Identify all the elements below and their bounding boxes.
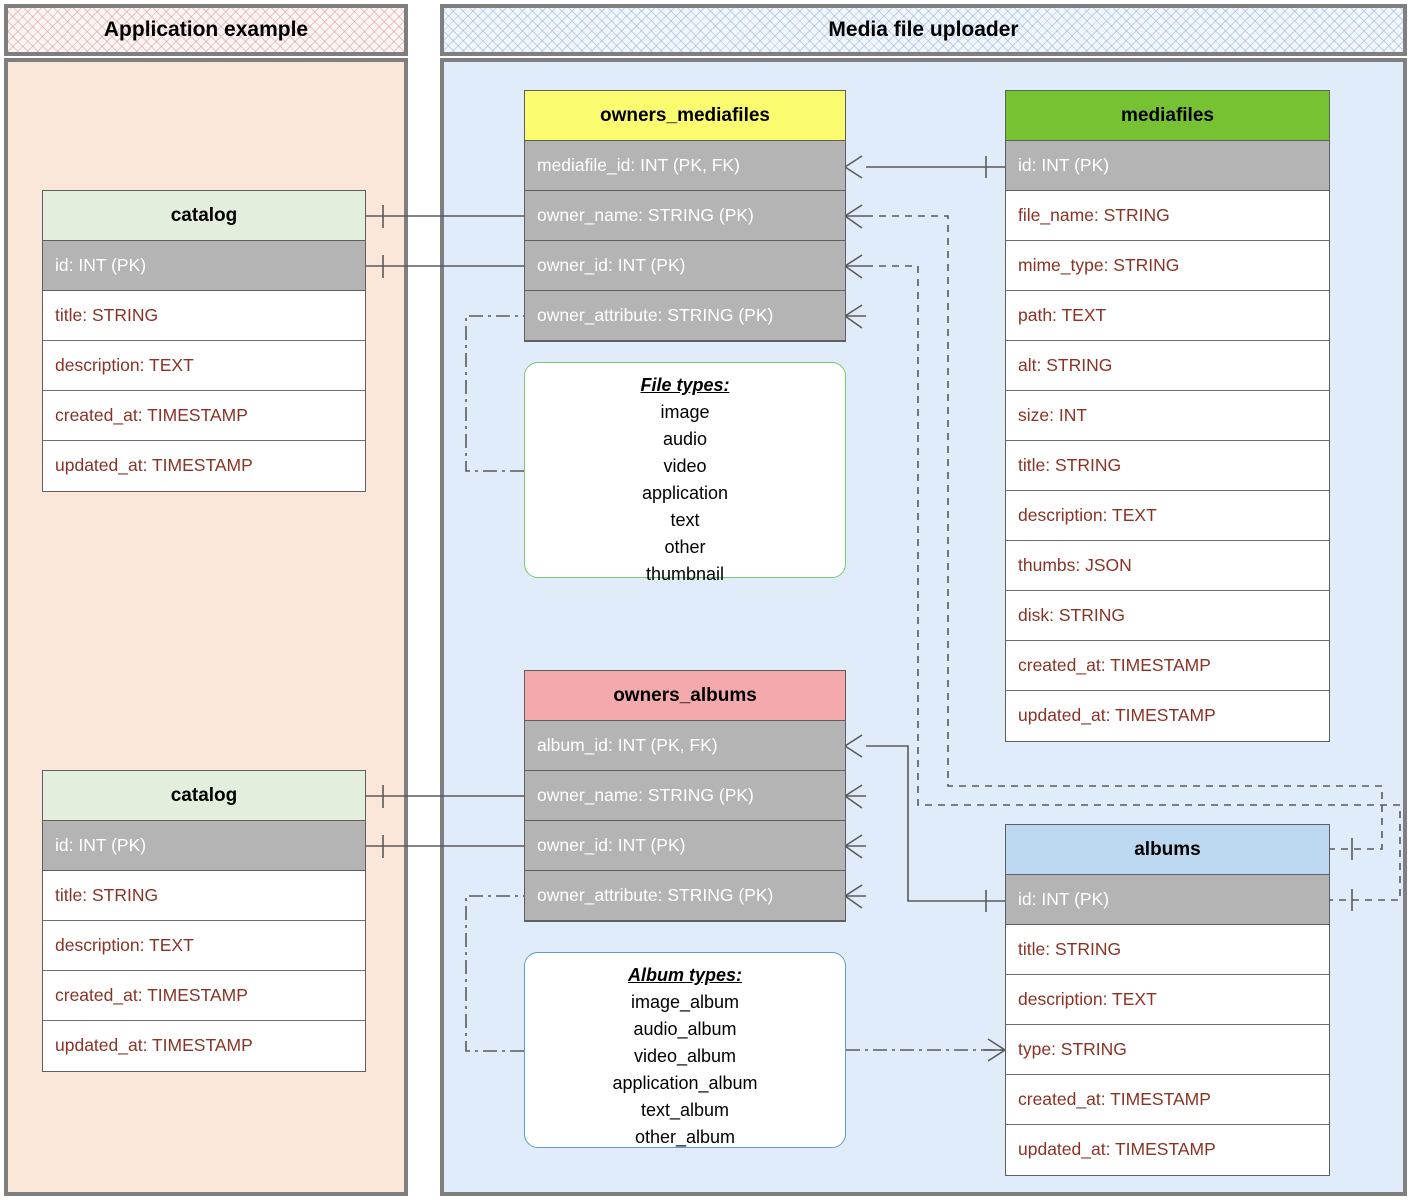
table-owners-mediafiles[interactable]: owners_mediafiles mediafile_id: INT (PK,…	[524, 90, 846, 342]
left-panel-title-bar: Application example	[4, 4, 408, 56]
table-albums[interactable]: albums id: INT (PK) title: STRING descri…	[1005, 824, 1330, 1176]
table-catalog-bottom[interactable]: catalog id: INT (PK) title: STRING descr…	[42, 770, 366, 1072]
table-title: mediafiles	[1006, 91, 1329, 141]
field-row: id: INT (PK)	[1006, 875, 1329, 925]
field-row: thumbs: JSON	[1006, 541, 1329, 591]
field-row: disk: STRING	[1006, 591, 1329, 641]
note-item: thumbnail	[645, 564, 725, 584]
table-title: catalog	[43, 771, 365, 821]
note-item: image_album	[630, 992, 740, 1012]
field-row: file_name: STRING	[1006, 191, 1329, 241]
field-row: description: TEXT	[43, 921, 365, 971]
field-row: created_at: TIMESTAMP	[43, 391, 365, 441]
table-title: owners_albums	[525, 671, 845, 721]
field-row: owner_attribute: STRING (PK)	[525, 291, 845, 341]
field-row: mime_type: STRING	[1006, 241, 1329, 291]
field-row: title: STRING	[43, 291, 365, 341]
field-row: description: TEXT	[43, 341, 365, 391]
note-item: application_album	[612, 1073, 758, 1093]
field-row: created_at: TIMESTAMP	[1006, 641, 1329, 691]
note-item: text	[670, 510, 700, 530]
field-row: owner_name: STRING (PK)	[525, 191, 845, 241]
field-row: owner_id: INT (PK)	[525, 241, 845, 291]
field-row: title: STRING	[1006, 925, 1329, 975]
field-row: updated_at: TIMESTAMP	[1018, 705, 1216, 725]
note-item: audio	[662, 429, 708, 449]
field-row: updated_at: TIMESTAMP	[1018, 1139, 1216, 1159]
note-file-types: File types: image audio video applicatio…	[524, 362, 846, 584]
field-row: updated_at: TIMESTAMP	[55, 455, 253, 475]
field-row: id: INT (PK)	[43, 241, 365, 291]
right-panel-title: Media file uploader	[828, 18, 1019, 41]
table-title: owners_mediafiles	[525, 91, 845, 141]
field-row: path: TEXT	[1006, 291, 1329, 341]
field-row: title: STRING	[1006, 441, 1329, 491]
note-item: other	[664, 537, 706, 557]
note-item: text_album	[640, 1100, 730, 1120]
note-album-types: Album types: image_album audio_album vid…	[524, 952, 846, 1148]
field-row: description: TEXT	[1006, 975, 1329, 1025]
right-panel-title-bar: Media file uploader	[440, 4, 1407, 56]
field-row: id: INT (PK)	[1006, 141, 1329, 191]
table-title: albums	[1006, 825, 1329, 875]
field-row: created_at: TIMESTAMP	[1006, 1075, 1329, 1125]
note-title: File types:	[640, 375, 730, 395]
table-owners-albums[interactable]: owners_albums album_id: INT (PK, FK) own…	[524, 670, 846, 922]
table-title: catalog	[43, 191, 365, 241]
field-row: title: STRING	[43, 871, 365, 921]
note-item: video_album	[633, 1046, 737, 1066]
field-row: created_at: TIMESTAMP	[43, 971, 365, 1021]
table-catalog-top[interactable]: catalog id: INT (PK) title: STRING descr…	[42, 190, 366, 492]
field-row: size: INT	[1006, 391, 1329, 441]
table-mediafiles[interactable]: mediafiles id: INT (PK) file_name: STRIN…	[1005, 90, 1330, 742]
note-item: image	[660, 402, 710, 422]
field-row: mediafile_id: INT (PK, FK)	[525, 141, 845, 191]
field-row: owner_id: INT (PK)	[525, 821, 845, 871]
note-title: Album types:	[627, 965, 742, 985]
left-panel-title: Application example	[103, 18, 309, 41]
field-row: album_id: INT (PK, FK)	[525, 721, 845, 771]
field-row: owner_name: STRING (PK)	[525, 771, 845, 821]
note-item: other_album	[634, 1127, 736, 1147]
field-row: alt: STRING	[1006, 341, 1329, 391]
field-row: type: STRING	[1006, 1025, 1329, 1075]
field-row: owner_attribute: STRING (PK)	[525, 871, 845, 921]
er-diagram-canvas: Application example Media file uploader	[0, 0, 1411, 1200]
note-item: audio_album	[633, 1019, 737, 1039]
note-item: video	[663, 456, 707, 476]
field-row: updated_at: TIMESTAMP	[55, 1035, 253, 1055]
field-row: id: INT (PK)	[43, 821, 365, 871]
field-row: description: TEXT	[1006, 491, 1329, 541]
note-item: application	[641, 483, 729, 503]
